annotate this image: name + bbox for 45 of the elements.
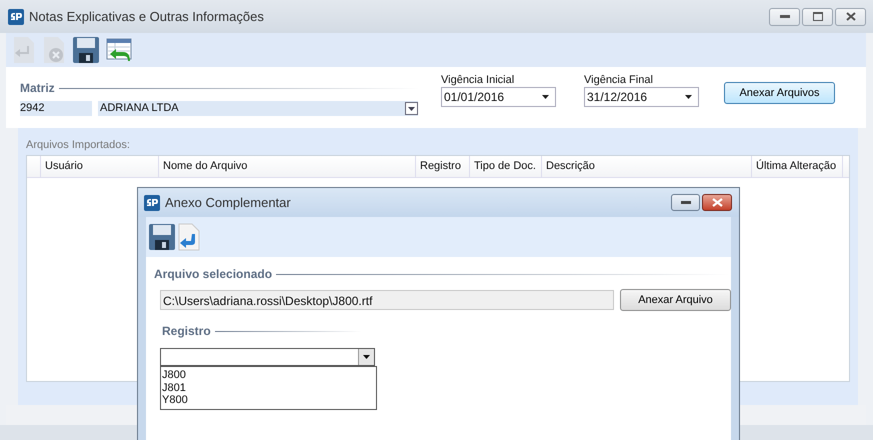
caret-icon	[363, 355, 370, 359]
column-header[interactable]: Última Alteração	[752, 156, 843, 177]
close-button[interactable]	[835, 8, 866, 26]
save-icon[interactable]	[148, 223, 176, 251]
section-label: Arquivo selecionado	[154, 267, 272, 281]
save-icon[interactable]	[72, 36, 100, 64]
end-date-select[interactable]: 31/12/2016	[584, 87, 699, 107]
dropdown-option[interactable]: J801	[162, 382, 375, 394]
minimize-button[interactable]	[769, 8, 800, 26]
attach-file-button[interactable]: Anexar Arquivo	[620, 289, 731, 311]
section-label: Registro	[162, 324, 211, 338]
app-logo-icon	[144, 194, 160, 210]
column-header[interactable]: Registro	[416, 156, 470, 177]
record-select[interactable]	[160, 348, 375, 366]
attach-files-button[interactable]: Anexar Arquivos	[724, 82, 835, 104]
company-code-field[interactable]: 2942	[20, 101, 92, 116]
app-logo-icon	[8, 8, 24, 24]
file-path-field[interactable]: C:\Users\adriana.rossi\Desktop\J800.rtf	[160, 290, 614, 310]
field-label: Vigência Inicial	[441, 73, 516, 87]
minimize-icon	[780, 15, 790, 18]
dropdown-option[interactable]: J800	[162, 369, 375, 382]
close-icon	[846, 12, 856, 21]
column-header[interactable]: Usuário	[41, 156, 159, 177]
dialog-title: Anexo Complementar	[165, 195, 291, 210]
minimize-button[interactable]	[671, 194, 700, 211]
section-label: Matriz	[20, 81, 55, 95]
dropdown-option[interactable]: Y800	[162, 394, 375, 406]
column-header[interactable]: Tipo de Doc.	[470, 156, 542, 177]
company-select[interactable]: ADRIANA LTDA	[98, 101, 418, 116]
table-arrow-icon[interactable]	[106, 37, 132, 63]
column-header[interactable]: Nome do Arquivo	[159, 156, 416, 177]
caret-icon	[408, 106, 415, 110]
start-date-select[interactable]: 01/01/2016	[441, 87, 556, 107]
maximize-button[interactable]	[802, 8, 833, 26]
panel-label: Arquivos Importados:	[26, 138, 131, 152]
close-icon	[712, 198, 722, 207]
column-header[interactable]: Descrição	[542, 156, 752, 177]
minimize-icon	[680, 201, 690, 204]
close-button[interactable]	[702, 194, 732, 211]
caret-icon	[685, 95, 692, 99]
window-title: Notas Explicativas e Outras Informações	[29, 9, 264, 24]
maximize-icon	[812, 12, 822, 21]
caret-icon	[542, 95, 549, 99]
undo-icon[interactable]	[178, 223, 200, 251]
field-label: Vigência Final	[584, 73, 654, 87]
